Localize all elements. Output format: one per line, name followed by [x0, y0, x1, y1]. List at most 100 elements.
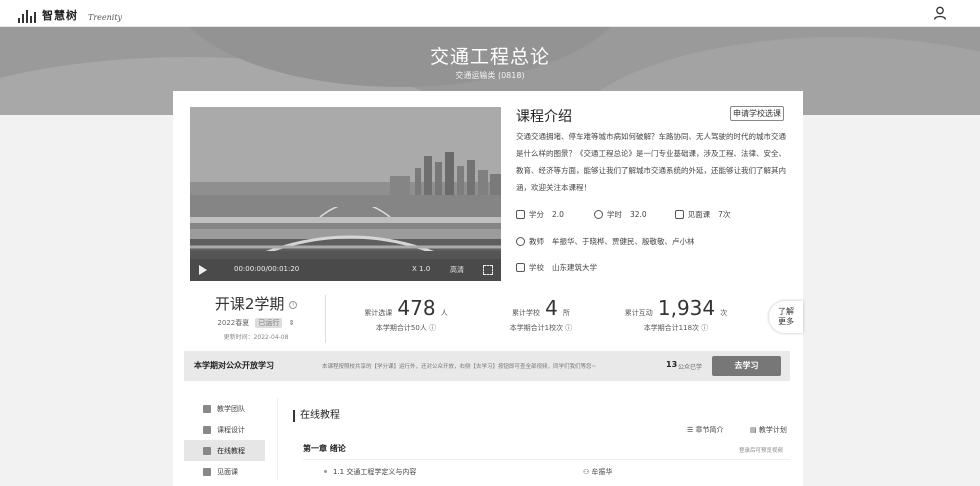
teacher-icon — [516, 237, 525, 246]
nav-item-tutorial[interactable]: 在线教程 — [184, 440, 265, 461]
term-info: 开课2学期 i 2022春夏 已运行 ⇕ 更新时间：2022-04-08 — [190, 293, 322, 343]
clock-icon — [593, 210, 603, 219]
tutorial-section-title: 在线教程 — [293, 410, 340, 422]
lesson-row[interactable]: 1.1 交通工程学定义与内容 ⚇ 牟振华 — [303, 459, 790, 480]
list-icon: ☰ — [687, 426, 696, 434]
person-icon: ⚇ — [583, 468, 592, 476]
meta-row-school: 学校 山东建筑大学 — [516, 262, 597, 273]
nav-label: 课程设计 — [217, 425, 245, 434]
study-plan-link[interactable]: ▤ 教学计划 — [750, 425, 787, 435]
public-open-bar: 本学期对公众开放学习 本课程按照校共享的【学分课】运行外，还对公众开放，右侧【去… — [184, 351, 790, 381]
video-quality[interactable]: 高清 — [450, 265, 464, 275]
user-icon[interactable] — [933, 6, 947, 20]
meet-value: 7次 — [718, 210, 731, 219]
credit-value: 2.0 — [552, 210, 564, 219]
term-title: 开课2学期 — [214, 295, 285, 313]
lesson-name: 1.1 交通工程学定义与内容 — [333, 468, 417, 476]
info-icon[interactable]: ⓘ — [565, 324, 572, 332]
stat-value: 478 — [397, 296, 436, 320]
stat-sub: 本学期合计1校次 — [509, 324, 564, 332]
lesson-teacher-name: 牟振华 — [591, 468, 613, 476]
meta-row-teachers: 教师 牟振华、于晓桦、贾健民、殷敬敬、卢小林 — [516, 236, 695, 247]
video-player[interactable]: 00:00:00/00:01:20 X 1.0 高清 — [190, 107, 501, 281]
login-hint: 登录后可预览视频 — [739, 448, 784, 454]
learn-more-button[interactable]: 了解 更多 — [769, 301, 803, 333]
nav-label: 见面课 — [217, 467, 238, 476]
chapter-intro-link[interactable]: ☰ 章节简介 — [687, 425, 724, 435]
chat-icon — [674, 210, 684, 219]
city-skyline — [190, 152, 501, 195]
course-title: 交通工程总论 — [429, 46, 550, 68]
nav-label: 在线教程 — [217, 446, 245, 455]
go-study-button[interactable]: 去学习 — [712, 356, 781, 376]
stat-label: 累计互动 — [624, 309, 653, 317]
lesson-teacher: ⚇ 牟振华 — [583, 467, 613, 477]
video-controls: 00:00:00/00:01:20 X 1.0 高清 — [190, 259, 501, 281]
stat-label: 累计选课 — [364, 309, 393, 317]
design-icon — [203, 425, 211, 434]
stat-value: 4 — [545, 296, 558, 320]
stats-divider — [325, 295, 326, 343]
info-icon[interactable]: ⓘ — [429, 324, 436, 332]
logo-subtext: Treenity — [88, 13, 123, 22]
school-icon — [516, 263, 525, 272]
meta-row-credits: 学分 2.0 学时 32.0 见面课 7次 — [516, 209, 730, 220]
meeting-icon — [203, 467, 211, 476]
stat-label: 累计学校 — [512, 309, 541, 317]
term-switch-icon[interactable]: ⇕ — [289, 319, 295, 327]
stat-sub: 本学期合计118次 — [643, 324, 700, 332]
intro-text: 交通交通拥堵、停车难等城市病如何破解？车路协同、无人驾驶的时代的城市交通是什么样… — [516, 132, 786, 192]
team-icon — [203, 404, 211, 413]
side-nav: 教学团队 课程设计 在线教程 见面课 — [184, 398, 265, 482]
open-description: 本课程按照校共享的【学分课】运行外，还对公众开放，右侧【去学习】按钮即可查全部视… — [322, 364, 597, 370]
stat-interactions: 累计互动 1,934 次 本学期合计118次 ⓘ — [606, 296, 746, 333]
chapter-intro-label: 章节简介 — [695, 426, 724, 434]
chapter-title: 第一章 绪论 — [303, 444, 346, 453]
term-update-time: 更新时间：2022-04-08 — [223, 334, 289, 341]
stat-enrolled: 累计选课 478 人 本学期合计50人 ⓘ — [336, 296, 476, 333]
logo[interactable]: 智慧树 Treenity — [18, 5, 122, 23]
nav-label: 教学团队 — [217, 404, 245, 413]
teacher-label: 教师 — [529, 237, 544, 246]
tutorial-icon — [203, 446, 211, 455]
hours-label: 学时 — [606, 210, 622, 219]
meet-label: 见面课 — [687, 210, 711, 219]
stat-sub: 本学期合计50人 — [375, 324, 427, 332]
playback-speed[interactable]: X 1.0 — [412, 265, 430, 273]
stat-value: 1,934 — [657, 296, 716, 320]
term-season: 2022春夏 — [217, 319, 250, 327]
course-category: 交通运输类 (0818) — [455, 71, 525, 80]
play-icon[interactable] — [199, 265, 207, 275]
teacher-names: 牟振华、于晓桦、贾健民、殷敬敬、卢小林 — [552, 237, 695, 246]
book-icon: ▤ — [750, 426, 759, 434]
intro-title: 课程介绍 — [516, 109, 572, 125]
stat-schools: 累计学校 4 所 本学期合计1校次 ⓘ — [471, 296, 611, 333]
nav-item-team[interactable]: 教学团队 — [184, 398, 265, 419]
study-plan-label: 教学计划 — [758, 426, 787, 434]
stat-unit: 所 — [562, 309, 570, 317]
video-time: 00:00:00/00:01:20 — [234, 265, 300, 273]
bullet-icon — [324, 470, 327, 473]
school-name: 山东建筑大学 — [552, 263, 597, 272]
term-status-badge: 已运行 — [255, 318, 283, 328]
public-learner-label: 公众已学 — [678, 364, 703, 371]
hours-value: 32.0 — [629, 210, 647, 219]
fullscreen-icon[interactable] — [483, 265, 493, 275]
info-icon[interactable]: ⓘ — [701, 324, 708, 332]
nav-item-design[interactable]: 课程设计 — [184, 419, 265, 440]
graduation-cap-icon — [516, 210, 525, 219]
open-title: 本学期对公众开放学习 — [194, 361, 274, 370]
apply-school-button[interactable]: 申请学校选课 — [730, 106, 784, 121]
top-bar: 智慧树 Treenity — [0, 0, 980, 27]
info-icon[interactable]: i — [289, 300, 298, 309]
learn-more-line2: 更多 — [778, 317, 794, 326]
learn-more-line1: 了解 — [778, 307, 794, 316]
credit-label: 学分 — [529, 210, 544, 219]
nav-item-meeting[interactable]: 见面课 — [184, 461, 265, 482]
public-learner-count: 13 — [666, 360, 678, 369]
nav-divider — [277, 398, 278, 480]
logo-bars-icon — [18, 9, 36, 23]
logo-text: 智慧树 — [42, 9, 78, 22]
stat-unit: 次 — [720, 309, 728, 317]
stat-unit: 人 — [440, 309, 448, 317]
